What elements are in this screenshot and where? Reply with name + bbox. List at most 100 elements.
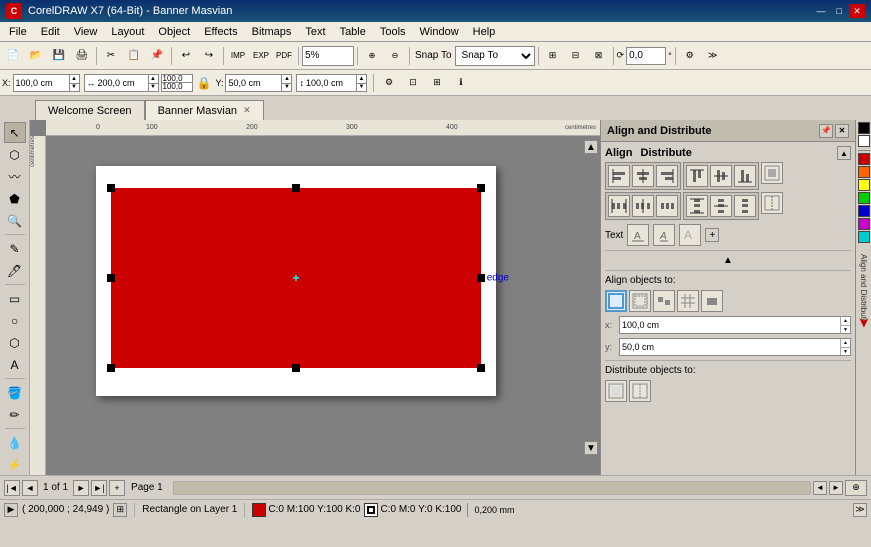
cut-button[interactable]: ✂ — [100, 45, 122, 67]
tab-welcome[interactable]: Welcome Screen — [35, 100, 145, 120]
snap-to-select[interactable]: Snap To — [455, 46, 535, 66]
align-center-h-btn[interactable] — [632, 165, 654, 187]
select-tool[interactable]: ↖ — [4, 122, 26, 143]
align-top-btn[interactable] — [686, 165, 708, 187]
y-coord-field[interactable]: 50,0 cm ▲ ▼ — [619, 338, 851, 356]
color-black[interactable] — [858, 122, 870, 134]
redo-button[interactable]: ↪ — [198, 45, 220, 67]
dist-left-btn[interactable] — [608, 195, 630, 217]
menu-edit[interactable]: Edit — [34, 24, 67, 40]
fill-color-swatch[interactable] — [252, 503, 266, 517]
rect-tool[interactable]: ▭ — [4, 288, 26, 309]
h-pct-input[interactable]: 100,0 — [161, 83, 193, 92]
menu-window[interactable]: Window — [413, 24, 466, 40]
y-down[interactable]: ▼ — [281, 83, 291, 91]
zoom-in-btn[interactable]: ⊕ — [361, 45, 383, 67]
options-btn[interactable]: ⚙ — [679, 45, 701, 67]
handle-tm[interactable] — [292, 184, 300, 192]
guide-btn[interactable]: ⊟ — [565, 45, 587, 67]
export-button[interactable]: EXP — [250, 45, 272, 67]
x-field[interactable]: 100,0 cm ▲ ▼ — [13, 74, 80, 92]
handle-bl[interactable] — [107, 364, 115, 372]
h-down[interactable]: ▼ — [356, 83, 366, 91]
handle-br[interactable] — [477, 364, 485, 372]
text-plus-btn[interactable]: + — [705, 228, 719, 242]
h-up[interactable]: ▲ — [356, 75, 366, 83]
prop-info-btn[interactable]: ℹ — [450, 72, 472, 94]
x-coord-down[interactable]: ▼ — [840, 325, 850, 333]
color-blue[interactable] — [858, 205, 870, 217]
y-spinner[interactable]: ▲ ▼ — [281, 75, 291, 91]
w-spinner[interactable]: ▲ ▼ — [148, 75, 158, 91]
menu-effects[interactable]: Effects — [197, 24, 244, 40]
y-coord-up[interactable]: ▲ — [840, 339, 850, 347]
scroll-right-btn[interactable]: ► — [829, 481, 843, 495]
x-coord-field[interactable]: 100,0 cm ▲ ▼ — [619, 316, 851, 334]
close-button[interactable]: ✕ — [849, 4, 865, 18]
save-button[interactable]: 💾 — [48, 45, 70, 67]
text-align-btn1[interactable]: A — [627, 224, 649, 246]
align-to-selection-btn[interactable] — [653, 290, 675, 312]
align-bottom-btn[interactable] — [734, 165, 756, 187]
x-down[interactable]: ▼ — [69, 83, 79, 91]
x-coord-input[interactable]: 100,0 cm — [620, 317, 840, 333]
minimize-button[interactable]: — — [813, 4, 829, 18]
freehand-tool[interactable]: ✎ — [4, 238, 26, 259]
align-dist-vtab[interactable]: Align and Distribute — [859, 254, 868, 323]
scroll-end-btn-right[interactable]: ⊕ — [845, 480, 867, 496]
handle-ml[interactable] — [107, 274, 115, 282]
align-to-page-btn[interactable] — [605, 290, 627, 312]
prop-extra-btn[interactable]: ⚙ — [378, 72, 400, 94]
lock-icon[interactable]: 🔒 — [197, 76, 212, 90]
scroll-down-btn[interactable]: ▼ — [584, 441, 598, 455]
w-input[interactable]: 200,0 cm — [98, 75, 148, 91]
w-down[interactable]: ▼ — [148, 83, 158, 91]
dist-top-btn[interactable] — [686, 195, 708, 217]
align-to-object-btn[interactable] — [701, 290, 723, 312]
menu-file[interactable]: File — [2, 24, 34, 40]
page-first-btn[interactable]: |◄ — [4, 480, 20, 496]
menu-tools[interactable]: Tools — [373, 24, 413, 40]
align-center-v-btn[interactable] — [710, 165, 732, 187]
color-orange[interactable] — [858, 166, 870, 178]
page-next-btn[interactable]: ► — [73, 480, 89, 496]
shape-tool[interactable]: ⬡ — [4, 144, 26, 165]
zoom-out-btn[interactable]: ⊖ — [384, 45, 406, 67]
x-input[interactable]: 100,0 cm — [14, 75, 69, 91]
canvas-page[interactable]: + edge — [96, 166, 496, 396]
x-up[interactable]: ▲ — [69, 75, 79, 83]
fill-tool[interactable]: 🪣 — [4, 382, 26, 403]
collapse-btn[interactable]: ▲ — [723, 255, 733, 266]
eyedropper-tool[interactable]: 💧 — [4, 432, 26, 453]
copy-button[interactable]: 📋 — [123, 45, 145, 67]
w-pct-input[interactable]: 100,0 — [161, 74, 193, 83]
dist-to-page-btn[interactable] — [629, 380, 651, 402]
color-cyan[interactable] — [858, 231, 870, 243]
y-input[interactable]: 50,0 cm — [226, 75, 281, 91]
text-tool[interactable]: A — [4, 354, 26, 375]
dynamic-btn[interactable]: ⊠ — [588, 45, 610, 67]
extra-btn[interactable]: ≫ — [702, 45, 724, 67]
new-button[interactable]: 📄 — [2, 45, 24, 67]
menu-text[interactable]: Text — [298, 24, 332, 40]
h-input[interactable]: 100,0 cm — [306, 75, 356, 91]
outline-color-indicator[interactable] — [364, 503, 378, 517]
y-field[interactable]: 50,0 cm ▲ ▼ — [225, 74, 292, 92]
menu-table[interactable]: Table — [333, 24, 373, 40]
snap-indicator[interactable]: ⊞ — [113, 503, 127, 517]
angle-input[interactable]: 0,0 — [626, 47, 666, 65]
dist-center-v-btn[interactable] — [710, 195, 732, 217]
panel-pin-btn[interactable]: 📌 — [819, 124, 833, 138]
align-right-btn[interactable] — [656, 165, 678, 187]
text-align-btn3[interactable]: A — [679, 224, 701, 246]
color-red[interactable] — [858, 153, 870, 165]
h-field[interactable]: ↕ 100,0 cm ▲ ▼ — [296, 74, 367, 92]
prop-extra-btn2[interactable]: ⊡ — [402, 72, 424, 94]
interactive-tool[interactable]: ⚡ — [4, 454, 26, 475]
polygon-tool[interactable]: ⬡ — [4, 332, 26, 353]
menu-bitmaps[interactable]: Bitmaps — [245, 24, 299, 40]
handle-tr[interactable] — [477, 184, 485, 192]
menu-object[interactable]: Object — [151, 24, 197, 40]
color-magenta[interactable] — [858, 218, 870, 230]
page-prev-btn[interactable]: ◄ — [22, 480, 38, 496]
